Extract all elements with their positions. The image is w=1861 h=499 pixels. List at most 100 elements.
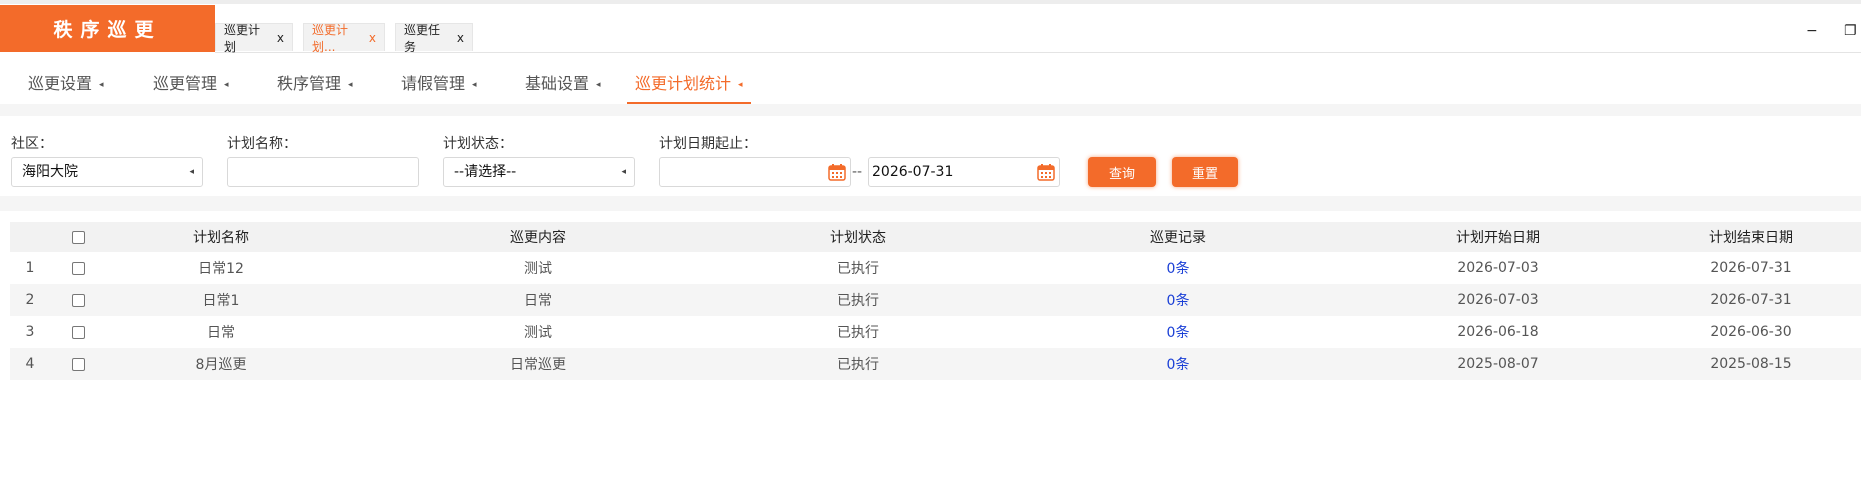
start-date-cell: 2026-07-03 — [1457, 292, 1539, 308]
table-row: 2 日常1 日常 已执行 0条 2026-07-03 2026-07-31 — [10, 284, 1861, 316]
col-patrol-record: 巡更记录 — [1150, 230, 1206, 246]
patrol-content-cell: 日常巡更 — [510, 357, 566, 373]
plan-status-cell: 已执行 — [837, 325, 879, 341]
col-patrol-content: 巡更内容 — [510, 230, 566, 246]
end-date-cell: 2026-07-31 — [1710, 260, 1792, 276]
plan-name-cell: 8月巡更 — [195, 357, 247, 373]
tab-patrol-task[interactable]: 巡更任务 x — [395, 23, 473, 54]
menu-order-management[interactable]: 秩序管理 ◂ — [277, 70, 353, 102]
menu-leave-management[interactable]: 请假管理 ◂ — [401, 70, 477, 102]
checkbox-cell — [58, 284, 98, 316]
menu-label: 巡更设置 — [28, 74, 93, 93]
patrol-record-link[interactable]: 0条 — [1068, 348, 1288, 380]
top-border — [0, 0, 1861, 4]
start-date-cell: 2026-07-03 — [1457, 260, 1539, 276]
checkbox-cell — [58, 252, 98, 284]
table-row: 4 8月巡更 日常巡更 已执行 0条 2025-08-07 2025-08-15 — [10, 348, 1861, 380]
menu-basic-settings[interactable]: 基础设置 ◂ — [525, 70, 601, 102]
query-button[interactable]: 查询 — [1088, 157, 1156, 187]
section-divider — [0, 104, 1861, 116]
tab-label: 巡更计划 — [224, 22, 261, 54]
menu-label: 秩序管理 — [277, 74, 342, 93]
app-title: 秩序巡更 — [0, 5, 215, 52]
row-number: 1 — [25, 260, 35, 276]
minimize-icon[interactable]: − — [1806, 23, 1818, 39]
plan-name-cell: 日常12 — [198, 261, 244, 277]
date-start-input[interactable] — [659, 157, 851, 187]
caret-left-icon: ◂ — [738, 79, 743, 90]
community-select[interactable]: 海阳大院 ◂ — [11, 157, 203, 187]
date-end-value: 2026-07-31 — [872, 164, 954, 180]
col-end-date: 计划结束日期 — [1709, 230, 1793, 246]
menu-patrol-settings[interactable]: 巡更设置 ◂ — [28, 70, 104, 102]
row-number: 3 — [25, 324, 35, 340]
row-number: 2 — [25, 292, 35, 308]
plan-status-cell: 已执行 — [837, 293, 879, 309]
caret-left-icon: ◂ — [348, 79, 353, 90]
patrol-content-cell: 测试 — [524, 325, 552, 341]
row-number: 4 — [25, 356, 35, 372]
tab-label: 巡更计划... — [312, 22, 349, 54]
caret-left-icon: ◂ — [596, 79, 601, 90]
table-row: 3 日常 测试 已执行 0条 2026-06-18 2026-06-30 — [10, 316, 1861, 348]
menu-label: 基础设置 — [525, 74, 590, 93]
section-divider — [0, 196, 1861, 211]
caret-left-icon: ◂ — [472, 79, 477, 90]
end-date-cell: 2026-07-31 — [1710, 292, 1792, 308]
select-all-checkbox[interactable] — [71, 230, 85, 244]
row-checkbox[interactable] — [71, 325, 85, 339]
patrol-content-cell: 测试 — [524, 261, 552, 277]
reset-button[interactable]: 重置 — [1172, 157, 1238, 187]
caret-left-icon: ◂ — [189, 167, 194, 177]
patrol-record-link[interactable]: 0条 — [1068, 284, 1288, 316]
community-value: 海阳大院 — [22, 164, 78, 180]
checkbox-cell — [58, 348, 98, 380]
caret-left-icon: ◂ — [99, 79, 104, 90]
community-label: 社区： — [11, 136, 53, 152]
patrol-record-link[interactable]: 0条 — [1068, 316, 1288, 348]
row-checkbox[interactable] — [71, 261, 85, 275]
plan-name-cell: 日常 — [207, 325, 235, 341]
col-start-date: 计划开始日期 — [1456, 230, 1540, 246]
end-date-cell: 2026-06-30 — [1710, 324, 1792, 340]
select-all-cell — [58, 222, 98, 252]
patrol-content-cell: 日常 — [524, 293, 552, 309]
start-date-cell: 2025-08-07 — [1457, 356, 1539, 372]
date-range-label: 计划日期起止： — [659, 136, 757, 152]
menu-label: 巡更管理 — [153, 74, 218, 93]
status-label: 计划状态： — [443, 136, 513, 152]
caret-left-icon: ◂ — [621, 167, 626, 177]
tab-patrol-plan-stats[interactable]: 巡更计划... x — [303, 23, 385, 54]
close-icon[interactable]: x — [369, 31, 376, 45]
menu-patrol-plan-stats[interactable]: 巡更计划统计 ◂ — [627, 70, 751, 104]
menu-label: 巡更计划统计 — [635, 74, 732, 93]
calendar-icon[interactable] — [828, 163, 846, 181]
start-date-cell: 2026-06-18 — [1457, 324, 1539, 340]
patrol-record-link[interactable]: 0条 — [1068, 252, 1288, 284]
menu-patrol-management[interactable]: 巡更管理 ◂ — [153, 70, 229, 102]
status-select[interactable]: --请选择-- ◂ — [443, 157, 635, 187]
restore-icon[interactable]: ❐ — [1844, 23, 1857, 39]
filter-panel: 社区： 海阳大院 ◂ 计划名称： 计划状态： --请选择-- ◂ 计划日期起止：… — [0, 116, 1861, 196]
close-icon[interactable]: x — [277, 31, 284, 45]
tab-patrol-plan[interactable]: 巡更计划 x — [215, 23, 293, 54]
plan-name-input[interactable] — [227, 157, 419, 187]
date-end-input[interactable]: 2026-07-31 — [868, 157, 1060, 187]
menu-label: 请假管理 — [401, 74, 466, 93]
col-plan-status: 计划状态 — [830, 230, 886, 246]
main-menu: 巡更设置 ◂ 巡更管理 ◂ 秩序管理 ◂ 请假管理 ◂ 基础设置 ◂ 巡更计划统计 ◂ — [0, 60, 1861, 104]
plan-name-label: 计划名称： — [227, 136, 297, 152]
plan-stats-table: 计划名称 巡更内容 计划状态 巡更记录 计划开始日期 计划结束日期 1 日常12… — [10, 222, 1861, 380]
calendar-icon[interactable] — [1037, 163, 1055, 181]
row-checkbox[interactable] — [71, 357, 85, 371]
row-checkbox[interactable] — [71, 293, 85, 307]
tab-bar: 巡更计划 x 巡更计划... x 巡更任务 x − ❐ — [215, 5, 1861, 54]
plan-name-cell: 日常1 — [202, 293, 240, 309]
table-header: 计划名称 巡更内容 计划状态 巡更记录 计划开始日期 计划结束日期 — [10, 222, 1861, 252]
plan-status-cell: 已执行 — [837, 357, 879, 373]
col-plan-name: 计划名称 — [193, 230, 249, 246]
close-icon[interactable]: x — [457, 31, 464, 45]
date-separator: -- — [852, 164, 863, 180]
status-value: --请选择-- — [454, 164, 517, 180]
plan-status-cell: 已执行 — [837, 261, 879, 277]
